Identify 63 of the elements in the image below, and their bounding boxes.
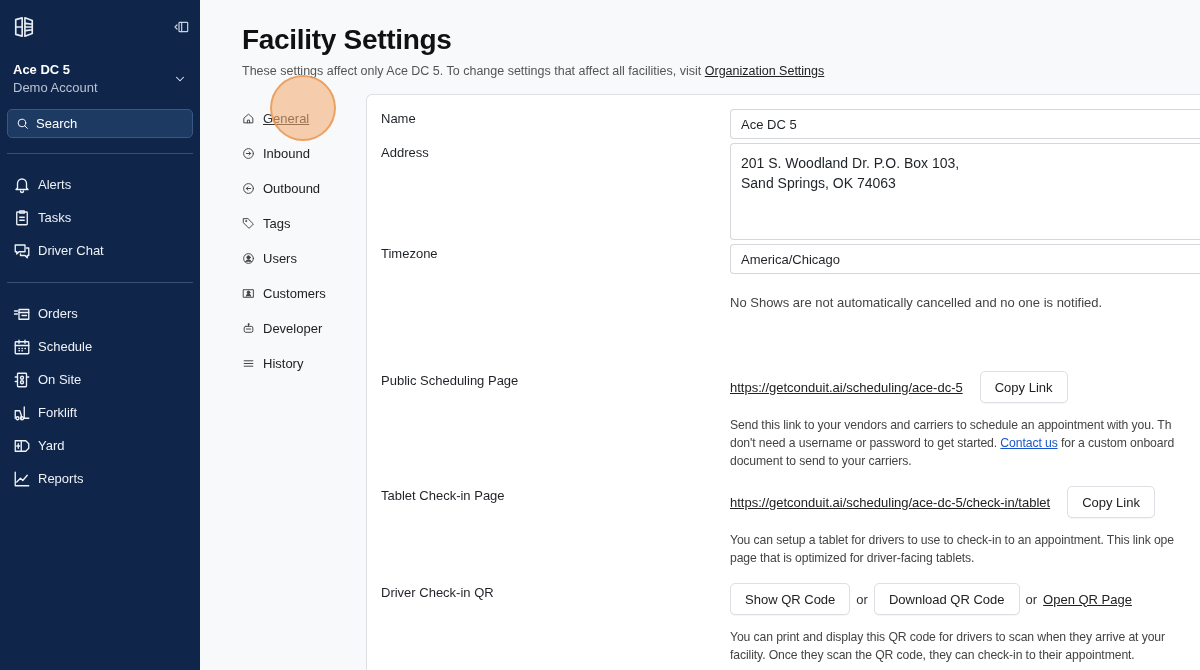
field-label: Address: [381, 144, 430, 160]
qr-code-button[interactable]: Download QR Code: [873, 583, 1020, 615]
url-link[interactable]: https://getconduit.ai/scheduling/ace-dc-5: [730, 379, 963, 395]
tag-icon: [242, 217, 255, 230]
name-field[interactable]: Ace DC 5: [730, 109, 1200, 139]
settings-nav-item[interactable]: Customers: [242, 276, 366, 311]
chat-icon: [13, 241, 31, 260]
arrow-right-circle-icon: [242, 147, 255, 160]
search-field[interactable]: Search: [7, 109, 193, 138]
sidebar-item[interactable]: Reports: [7, 462, 193, 495]
help-text: Send this link to your vendors and carriers to schedule an appointment with you. Th don't need a username or password to get started. Contact us for a custom onboard document to send to your carriers.: [730, 417, 1176, 470]
sidebar-item[interactable]: Alerts: [7, 168, 193, 201]
arrow-left-circle-icon: [242, 182, 255, 195]
search-icon: [16, 117, 29, 130]
open-qr-page-link[interactable]: Open QR Page: [1043, 591, 1132, 607]
field-label: Tablet Check-in Page: [381, 487, 506, 503]
contact-link[interactable]: Contact us: [1000, 436, 1058, 450]
user-circle-icon: [242, 252, 255, 265]
home-icon: [242, 112, 255, 125]
page-title: Facility Settings: [242, 24, 452, 56]
copy-link-button[interactable]: Copy Link: [1067, 486, 1155, 518]
qr-code-button[interactable]: Show QR Code: [730, 583, 851, 615]
sidebar-item[interactable]: Yard: [7, 429, 193, 462]
device-icon: [13, 370, 31, 389]
collapse-sidebar-icon[interactable]: [172, 19, 190, 35]
field-label: Timezone: [381, 245, 439, 261]
field-label: Driver Check-in QR: [381, 584, 495, 600]
timezone-select[interactable]: America/Chicago: [730, 244, 1200, 274]
sidebar-item[interactable]: Driver Chat: [7, 234, 193, 267]
separator-text: or: [1025, 591, 1038, 607]
note-text: No Shows are not automatically cancelled and no one is notified.: [730, 295, 1103, 310]
sidebar-item[interactable]: Forklift: [7, 396, 193, 429]
settings-nav-item[interactable]: Users: [242, 241, 366, 276]
settings-nav-item[interactable]: Inbound: [242, 136, 366, 171]
robot-icon: [242, 322, 255, 335]
copy-link-button[interactable]: Copy Link: [979, 371, 1068, 403]
trend-chart-icon: [13, 469, 31, 488]
logo-icon: [13, 16, 35, 38]
settings-nav-item[interactable]: Developer: [242, 311, 366, 346]
calendar-icon: [13, 337, 31, 356]
sidebar-item[interactable]: On Site: [7, 363, 193, 396]
sidebar-item[interactable]: Orders: [7, 297, 193, 330]
field-label: Public Scheduling Page: [381, 372, 520, 388]
settings-nav-item[interactable]: Outbound: [242, 171, 366, 206]
help-text: You can print and display this QR code for drivers to scan when they arrive at your facility. Once they scan the QR code, they can check-in to their appointment.: [730, 629, 1166, 664]
facility-name: Ace DC 5: [13, 62, 72, 77]
settings-nav-item[interactable]: History: [242, 346, 366, 381]
clipboard-icon: [13, 208, 31, 227]
page-subtitle: These settings affect only Ace DC 5. To change settings that affect all facilities, visit Organization Settings: [242, 64, 826, 78]
settings-nav-item[interactable]: Tags: [242, 206, 366, 241]
list-icon: [242, 357, 255, 370]
separator-text: or: [856, 591, 868, 607]
contact-card-icon: [242, 287, 255, 300]
field-label: Name: [381, 110, 417, 126]
forklift-icon: [13, 403, 31, 422]
sidebar-item[interactable]: Schedule: [7, 330, 193, 363]
account-name: Demo Account: [13, 80, 98, 95]
url-link[interactable]: https://getconduit.ai/scheduling/ace-dc-5/check-in/tablet: [730, 494, 1051, 510]
help-text: You can setup a tablet for drivers to use to check-in to an appointment. This link ope page that is optimized for driver-facing tablets.: [730, 532, 1175, 567]
sidebar-item[interactable]: Tasks: [7, 201, 193, 234]
bell-icon: [13, 175, 31, 194]
organization-settings-link[interactable]: Organization Settings: [704, 64, 825, 78]
address-field[interactable]: 201 S. Woodland Dr. P.O. Box 103, Sand Springs, OK 74063: [730, 143, 1200, 240]
